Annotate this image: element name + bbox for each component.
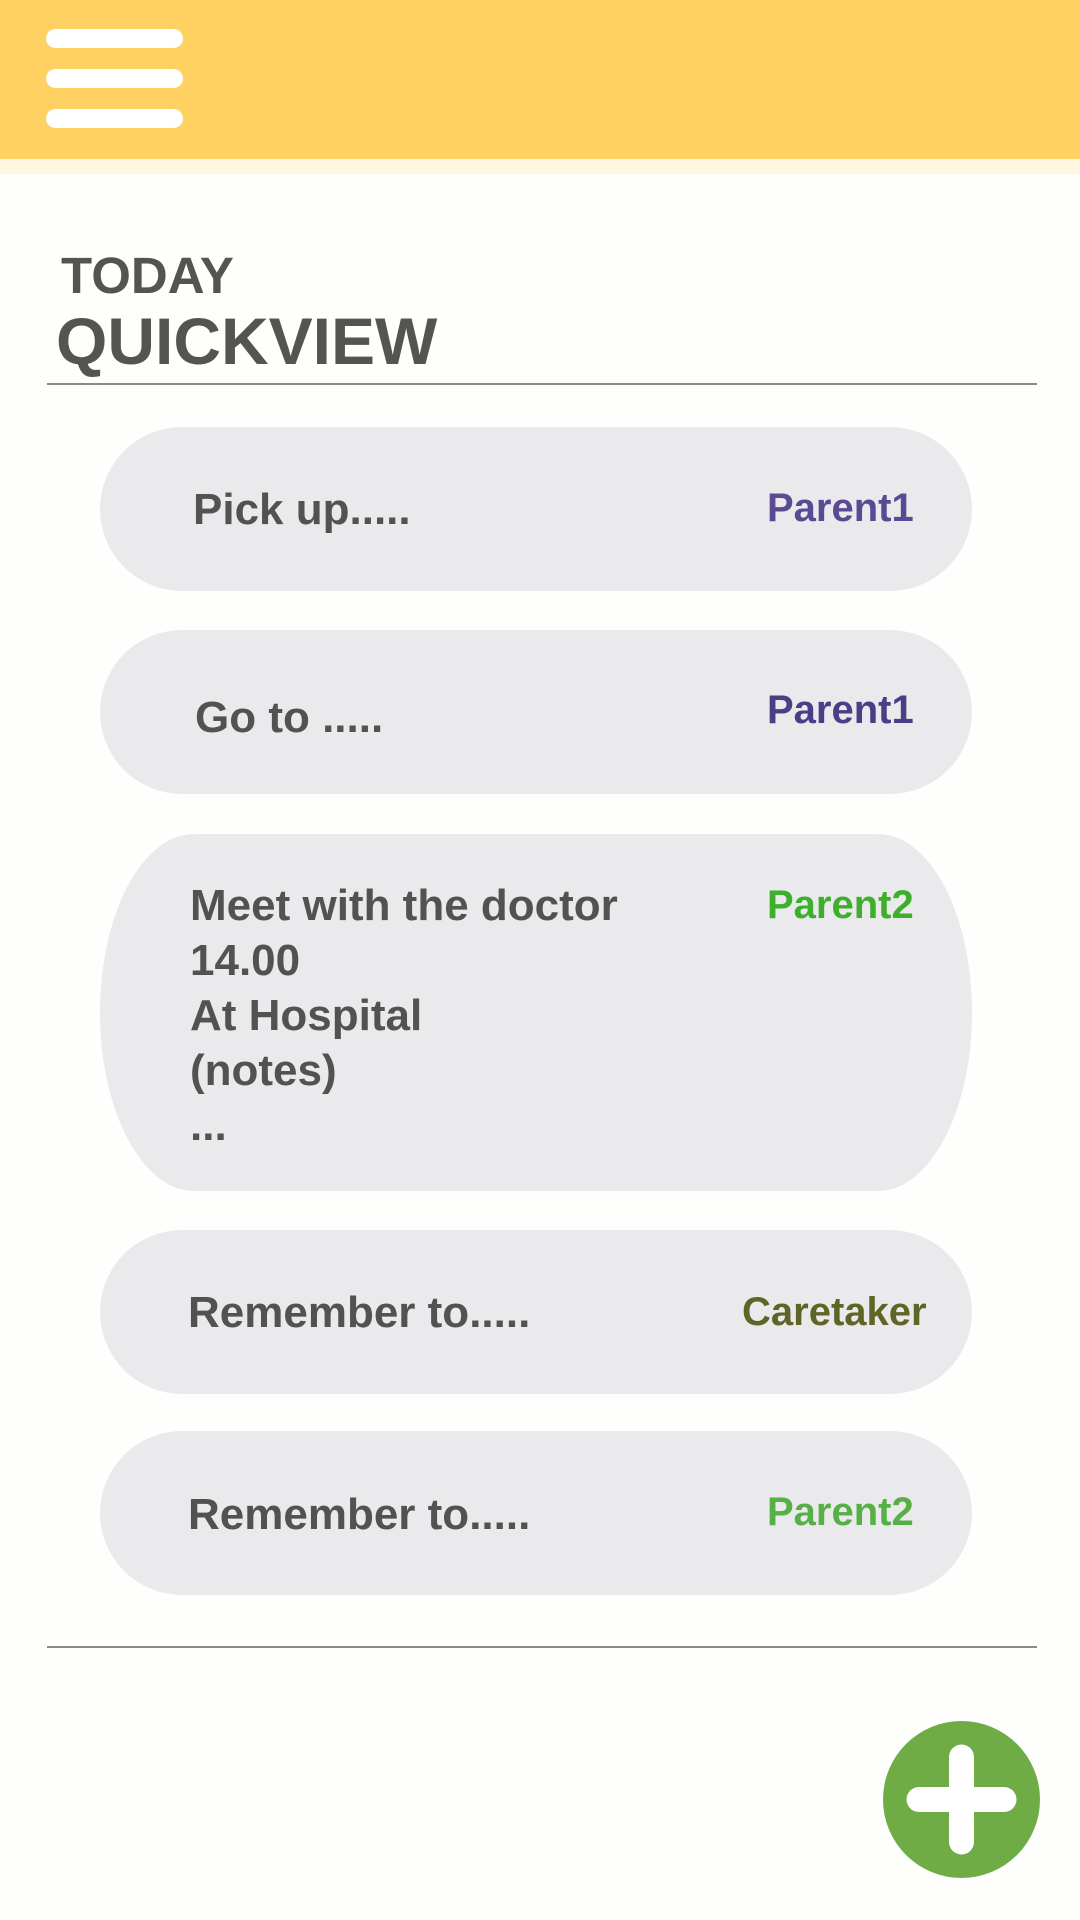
task-card[interactable]: Meet with the doctor 14.00 At Hospital (… — [100, 834, 972, 1191]
task-assignee: Parent1 — [767, 486, 914, 530]
heading-quickview: QUICKVIEW — [56, 304, 438, 378]
menu-bar-middle — [46, 69, 183, 88]
task-text: Pick up..... — [193, 485, 411, 534]
menu-bar-bottom — [46, 109, 183, 128]
task-assignee: Parent2 — [767, 1490, 914, 1534]
task-text: Go to ..... — [195, 693, 384, 742]
hamburger-menu-icon[interactable] — [46, 29, 183, 129]
task-text: Meet with the doctor 14.00 At Hospital (… — [190, 881, 618, 1150]
bottom-divider — [47, 1646, 1037, 1648]
task-text: Remember to..... — [188, 1490, 531, 1539]
heading-today: TODAY — [61, 247, 234, 304]
top-divider — [47, 383, 1037, 385]
task-card[interactable]: Pick up..... Parent1 — [100, 427, 972, 591]
task-card[interactable]: Go to ..... Parent1 — [100, 630, 972, 794]
task-card[interactable]: Remember to..... Caretaker — [100, 1230, 972, 1394]
task-text: Remember to..... — [188, 1288, 531, 1337]
task-card[interactable]: Remember to..... Parent2 — [100, 1431, 972, 1595]
plus-icon — [906, 1744, 1017, 1855]
task-assignee: Parent1 — [767, 688, 914, 732]
add-task-button[interactable] — [883, 1721, 1040, 1878]
task-assignee: Parent2 — [767, 883, 914, 927]
app-bar — [0, 0, 1080, 174]
task-assignee: Caretaker — [742, 1290, 927, 1334]
menu-bar-top — [46, 29, 183, 48]
